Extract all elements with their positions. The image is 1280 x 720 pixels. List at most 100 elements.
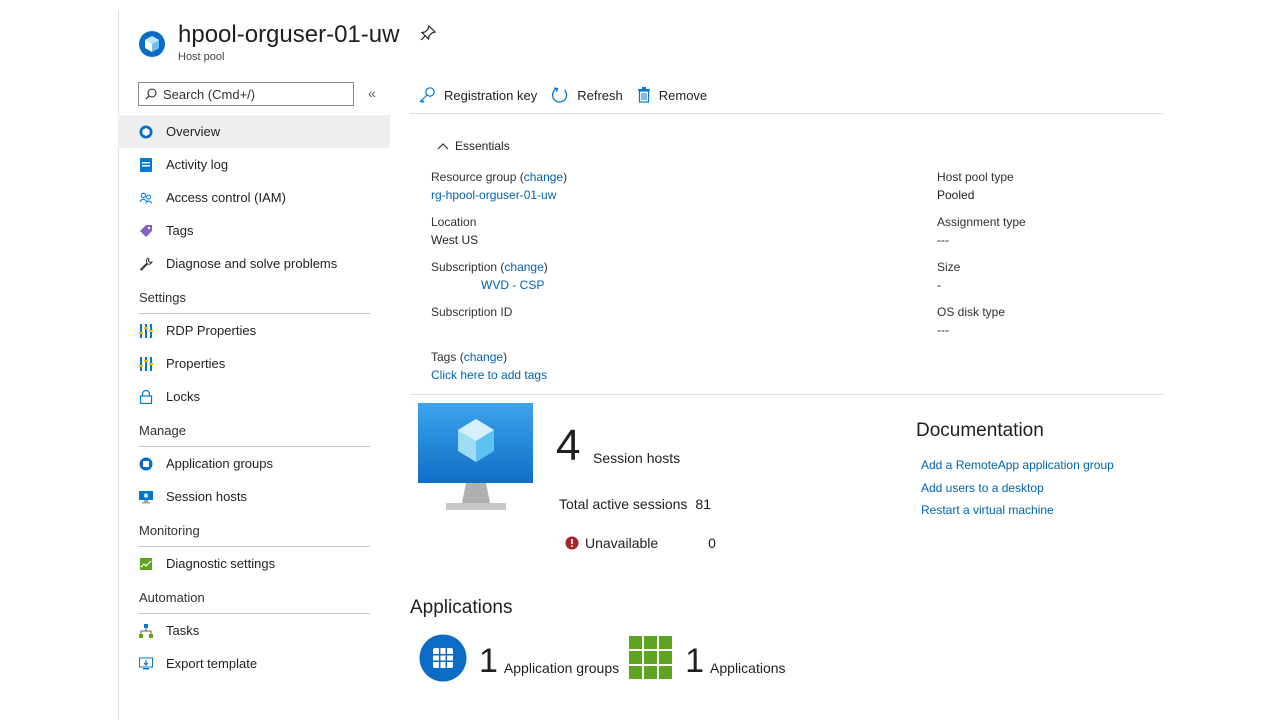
- resource-group-label: Resource group: [431, 170, 517, 184]
- applications-count[interactable]: 1: [685, 644, 704, 678]
- sidebar-item-overview[interactable]: Overview: [118, 115, 390, 148]
- host-pool-type-value: Pooled: [937, 188, 975, 202]
- tag-icon: [139, 224, 153, 238]
- tasks-icon: [139, 623, 153, 638]
- host-pool-type-label: Host pool type: [937, 170, 1014, 184]
- documentation-title: Documentation: [916, 420, 1044, 441]
- os-disk-type-value: ---: [937, 323, 949, 337]
- application-group-icon: [419, 634, 467, 682]
- host-pool-type-field: Host pool type Pooled: [937, 168, 1026, 213]
- tags-change-link[interactable]: change: [464, 350, 503, 364]
- assignment-type-label: Assignment type: [937, 215, 1026, 229]
- sidebar-item-tasks[interactable]: Tasks: [118, 614, 390, 647]
- search-icon: [145, 88, 157, 100]
- application-groups-label: Application groups: [503, 660, 620, 676]
- wrench-icon: [139, 256, 153, 271]
- subscription-link[interactable]: WVD - CSP: [481, 278, 544, 292]
- search-input[interactable]: [163, 86, 343, 102]
- collapse-sidebar-button[interactable]: «: [368, 85, 376, 101]
- refresh-icon: [552, 87, 568, 103]
- trash-icon: [637, 87, 650, 103]
- resource-group-field: Resource group (change) rg-hpool-orguser…: [431, 170, 568, 202]
- application-groups-count[interactable]: 1: [479, 644, 498, 678]
- active-sessions-value: 81: [695, 496, 711, 512]
- essentials-label: Essentials: [455, 139, 510, 153]
- active-sessions: Total active sessions 81: [559, 496, 711, 512]
- sidebar-item-label: Access control (IAM): [166, 190, 286, 205]
- sidebar-item-label: Diagnostic settings: [166, 556, 276, 571]
- sliders-icon: [139, 356, 153, 371]
- key-icon: [419, 87, 435, 104]
- search-box[interactable]: [138, 82, 354, 106]
- tags-field: Tags (change) Click here to add tags: [431, 350, 548, 382]
- host-pool-icon: [139, 31, 165, 57]
- sidebar-item-application-groups[interactable]: Application groups: [118, 447, 390, 480]
- assignment-type-value: ---: [937, 233, 949, 247]
- subscription-change-link[interactable]: change: [504, 260, 543, 274]
- sidebar-item-diagnostic-settings[interactable]: Diagnostic settings: [118, 547, 390, 580]
- unavailable-label: Unavailable: [585, 535, 659, 551]
- essentials-right-column: Host pool type Pooled Assignment type --…: [937, 168, 1026, 348]
- unavailable-status: Unavailable 0: [565, 535, 716, 551]
- applications-grid-icon: [629, 636, 673, 679]
- section-automation: Automation: [118, 580, 390, 614]
- sliders-icon: [139, 323, 153, 338]
- session-hosts-label: Session hosts: [593, 450, 681, 466]
- section-settings: Settings: [118, 280, 390, 314]
- remove-button[interactable]: Remove: [637, 84, 707, 106]
- session-host-monitor-icon: [418, 403, 533, 510]
- sidebar-item-activity-log[interactable]: Activity log: [118, 148, 390, 181]
- activity-log-icon: [139, 157, 153, 172]
- sidebar-nav: Overview Activity log Access control (IA…: [118, 115, 390, 680]
- essentials-left-column: Resource group (change) rg-hpool-orguser…: [431, 168, 567, 393]
- location-field: Location West US: [431, 213, 567, 258]
- sidebar-item-label: Export template: [166, 656, 258, 671]
- sidebar-item-label: Overview: [166, 124, 221, 139]
- registration-key-button[interactable]: Registration key: [418, 84, 537, 106]
- sidebar: « Overview Activity log Access control (…: [118, 82, 390, 680]
- page-header: hpool-orguser-01-uw Host pool: [138, 20, 437, 63]
- pin-icon[interactable]: [419, 24, 437, 42]
- doc-link-add-users[interactable]: Add users to a desktop: [921, 477, 1114, 500]
- add-tags-link[interactable]: Click here to add tags: [431, 368, 547, 382]
- size-label: Size: [937, 260, 961, 274]
- sidebar-item-export-template[interactable]: Export template: [118, 647, 390, 680]
- sidebar-item-rdp-properties[interactable]: RDP Properties: [118, 314, 390, 347]
- doc-link-restart-vm[interactable]: Restart a virtual machine: [921, 499, 1114, 522]
- sidebar-item-label: Locks: [166, 389, 200, 404]
- sidebar-item-label: Properties: [166, 356, 226, 371]
- sidebar-item-locks[interactable]: Locks: [118, 380, 390, 413]
- sidebar-item-tags[interactable]: Tags: [118, 214, 390, 247]
- resource-group-change-link[interactable]: change: [524, 170, 563, 184]
- app-group-icon: [139, 457, 153, 471]
- subscription-id-label: Subscription ID: [431, 305, 513, 319]
- page-subtitle: Host pool: [178, 51, 225, 63]
- location-label: Location: [431, 215, 477, 229]
- diagnostic-icon: [139, 557, 153, 571]
- refresh-label: Refresh: [577, 87, 623, 103]
- essentials-divider: [410, 394, 1164, 395]
- sidebar-item-properties[interactable]: Properties: [118, 347, 390, 380]
- doc-link-add-remoteapp[interactable]: Add a RemoteApp application group: [921, 454, 1114, 477]
- sidebar-item-session-hosts[interactable]: Session hosts: [118, 480, 390, 513]
- sidebar-item-diagnose[interactable]: Diagnose and solve problems: [118, 247, 390, 280]
- export-icon: [139, 657, 153, 671]
- section-monitoring: Monitoring: [118, 513, 390, 547]
- refresh-button[interactable]: Refresh: [551, 84, 623, 106]
- subscription-id-field: Subscription ID: [431, 303, 567, 348]
- sidebar-item-label: Session hosts: [166, 489, 247, 504]
- command-bar: Registration key Refresh Remove: [410, 84, 1164, 114]
- resource-group-link[interactable]: rg-hpool-orguser-01-uw: [431, 188, 556, 202]
- essentials-toggle[interactable]: Essentials: [437, 139, 510, 153]
- tags-label: Tags: [431, 350, 457, 364]
- overview-icon: [139, 125, 153, 139]
- applications-title: Applications: [410, 597, 513, 618]
- sidebar-item-access-control[interactable]: Access control (IAM): [118, 181, 390, 214]
- monitor-icon: [139, 490, 153, 504]
- session-hosts-count[interactable]: 4: [556, 424, 580, 468]
- people-icon: [139, 191, 153, 205]
- active-sessions-label: Total active sessions: [559, 496, 688, 512]
- documentation-links: Add a RemoteApp application group Add us…: [921, 454, 1114, 522]
- os-disk-type-label: OS disk type: [937, 305, 1006, 319]
- sidebar-item-label: Diagnose and solve problems: [166, 256, 338, 271]
